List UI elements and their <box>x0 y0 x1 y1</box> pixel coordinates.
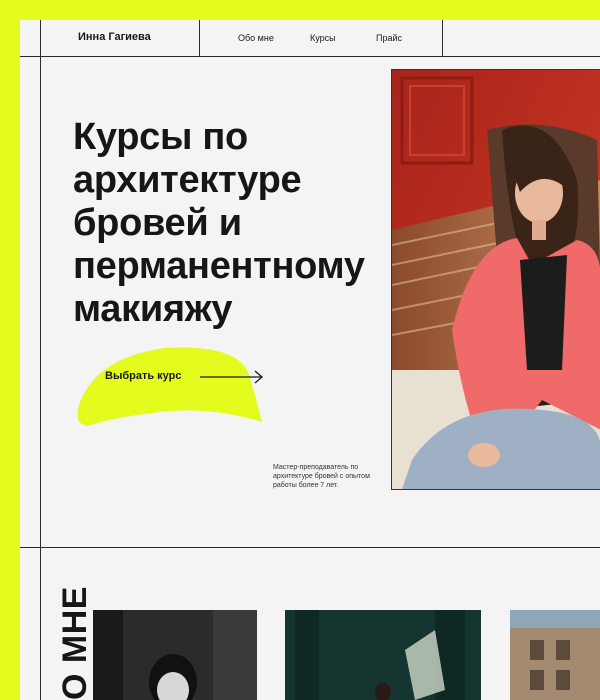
about-section-title: О МНЕ <box>56 586 94 700</box>
grid-line <box>442 20 443 56</box>
hero-title-line: макияжу <box>73 288 233 330</box>
cta-blob <box>77 347 262 426</box>
photo-illustration <box>510 610 600 700</box>
hero-title-line: бровей и <box>73 202 242 244</box>
hero-title-line: перманентному <box>73 245 365 287</box>
brand-name[interactable]: Инна Гагиева <box>78 31 151 43</box>
about-photo-2 <box>285 610 481 700</box>
grid-line <box>20 547 600 548</box>
cta-label: Выбрать курс <box>105 370 182 382</box>
grid-line <box>20 56 600 57</box>
nav-item-about[interactable]: Обо мне <box>238 33 274 43</box>
about-photo-1 <box>93 610 257 700</box>
arrow-right-icon <box>200 370 263 384</box>
hero-bio: Мастер-преподаватель по архитектуре бров… <box>273 464 370 489</box>
hero-photo <box>391 69 600 490</box>
photo-illustration <box>93 610 257 700</box>
hero-title-line: архитектуре <box>73 159 302 201</box>
hero-title-line: Курсы по <box>73 116 248 158</box>
about-photo-3 <box>510 610 600 700</box>
about-section-label: О МНЕ <box>33 568 94 700</box>
choose-course-button[interactable]: Выбрать курс <box>70 342 270 430</box>
grid-line <box>199 20 200 56</box>
portrait-illustration <box>392 70 600 489</box>
hero-title: Курсы по архитектуре бровей и перманентн… <box>73 116 365 331</box>
nav-item-courses[interactable]: Курсы <box>310 33 336 43</box>
photo-illustration <box>285 610 481 700</box>
nav-item-price[interactable]: Прайс <box>376 33 402 43</box>
page: Инна Гагиева Обо мне Курсы Прайс Курсы п… <box>20 20 600 700</box>
